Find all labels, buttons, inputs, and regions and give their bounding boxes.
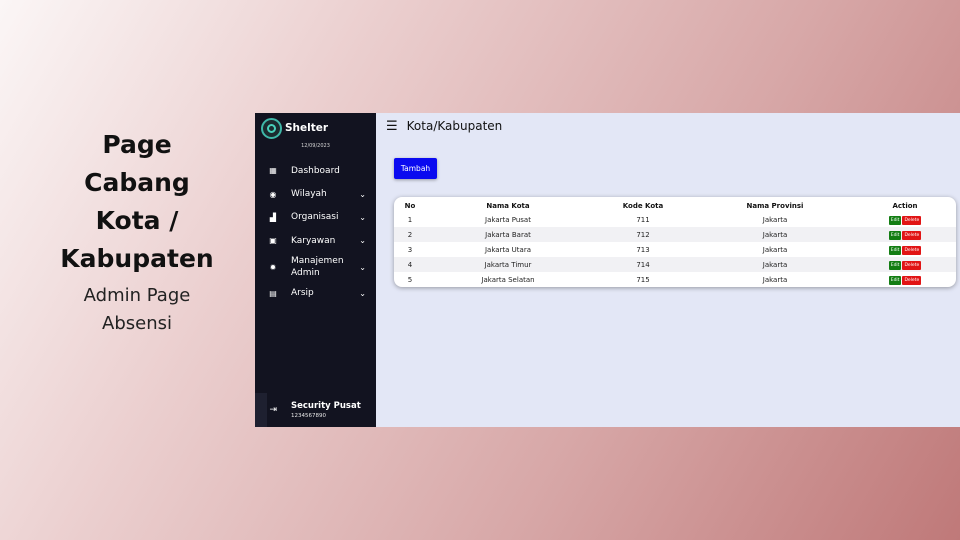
grid-icon: ▦	[269, 166, 277, 176]
sidebar: Shelter 12/09/2023 ▦ Dashboard ◉ Wilayah ⌄ ▟ O…	[255, 113, 376, 427]
cell-kode-kota: 711	[636, 215, 650, 224]
cell-action: Edit Delete	[854, 212, 956, 227]
cell-kode-kota: 713	[636, 245, 650, 254]
brand-name: Shelter	[285, 122, 329, 134]
header-no: No	[404, 201, 416, 210]
sidebar-item-organisasi[interactable]: ▟ Organisasi ⌄	[255, 206, 376, 229]
delete-button[interactable]: Delete	[902, 230, 922, 240]
cell-nama-provinsi: Jakarta	[762, 230, 788, 239]
delete-button[interactable]: Delete	[902, 260, 922, 270]
cell-kode-kota: 715	[636, 275, 650, 284]
cell-action: Edit Delete	[854, 242, 956, 257]
cell-kode-kota: 712	[636, 230, 650, 239]
file-icon: ▤	[269, 288, 277, 298]
cell-action: Edit Delete	[854, 227, 956, 242]
tambah-button[interactable]: Tambah	[394, 158, 437, 179]
caption-subtitle-line-2: Absensi	[102, 313, 172, 334]
table-header-row: No Nama Kota Kode Kota Nama Provinsi Act…	[394, 199, 956, 212]
current-date: 12/09/2023	[301, 143, 330, 149]
table-row: 2 Jakarta Barat 712 Jakarta Edit Delete	[394, 227, 956, 242]
hamburger-menu-icon[interactable]: ☰	[386, 119, 398, 134]
edit-button[interactable]: Edit	[888, 230, 902, 240]
header-nama-provinsi: Nama Provinsi	[746, 201, 804, 210]
table-row: 3 Jakarta Utara 713 Jakarta Edit Delete	[394, 242, 956, 257]
table-row: 5 Jakarta Selatan 715 Jakarta Edit Delete	[394, 272, 956, 287]
globe-icon: ◉	[269, 189, 277, 199]
caption-title-line-2: Cabang	[84, 168, 190, 197]
sidebar-item-arsip[interactable]: ▤ Arsip ⌄	[255, 282, 376, 305]
cell-no: 3	[407, 245, 413, 254]
topbar: ☰ Kota/Kabupaten	[376, 113, 960, 139]
shelter-logo-icon	[261, 117, 282, 139]
header-action: Action	[892, 201, 918, 210]
cell-kode-kota: 714	[636, 260, 650, 269]
table-row: 4 Jakarta Timur 714 Jakarta Edit Delete	[394, 257, 956, 272]
sidebar-item-label: Organisasi	[291, 212, 339, 223]
header-kode-kota: Kode Kota	[622, 201, 664, 210]
city-table-card: No Nama Kota Kode Kota Nama Provinsi Act…	[394, 197, 956, 287]
sidebar-item-label: Wilayah	[291, 189, 327, 200]
sidebar-item-manajemen-admin[interactable]: ✹ Manajemen Admin ⌄	[255, 253, 376, 282]
sidebar-item-karyawan[interactable]: ▣ Karyawan ⌄	[255, 229, 376, 252]
cell-nama-kota: Jakarta Pusat	[485, 215, 531, 224]
brand[interactable]: Shelter	[255, 113, 376, 139]
cell-no: 4	[407, 260, 413, 269]
edit-button[interactable]: Edit	[888, 245, 902, 255]
table-row: 1 Jakarta Pusat 711 Jakarta Edit Delete	[394, 212, 956, 227]
caption-title-line-4: Kabupaten	[60, 244, 214, 273]
chevron-down-icon[interactable]: ⌄	[359, 213, 366, 222]
chevron-down-icon[interactable]: ⌄	[359, 236, 366, 245]
id-card-icon: ▣	[269, 236, 277, 246]
sidebar-item-label: Dashboard	[291, 165, 340, 176]
cell-no: 2	[407, 230, 413, 239]
sidebar-item-label: Karyawan	[291, 235, 336, 246]
cell-nama-provinsi: Jakarta	[762, 215, 788, 224]
delete-button[interactable]: Delete	[902, 215, 922, 225]
cell-nama-provinsi: Jakarta	[762, 260, 788, 269]
sidebar-nav: ▦ Dashboard ◉ Wilayah ⌄ ▟ Organisasi ⌄ ▣ Karyawan…	[255, 159, 376, 305]
page-title: Kota/Kabupaten	[406, 119, 503, 133]
cell-nama-provinsi: Jakarta	[762, 275, 788, 284]
slide-caption: Page Cabang Kota / Kabupaten Admin Page …	[52, 126, 222, 338]
cell-no: 1	[407, 215, 413, 224]
cell-action: Edit Delete	[854, 257, 956, 272]
sidebar-item-dashboard[interactable]: ▦ Dashboard	[255, 159, 376, 182]
sidebar-item-label: Arsip	[291, 288, 314, 299]
delete-button[interactable]: Delete	[902, 275, 922, 285]
main-content: ☰ Kota/Kabupaten Tambah No Nama Kota Kod…	[376, 113, 960, 427]
cell-nama-provinsi: Jakarta	[762, 245, 788, 254]
profile-section: ⇥ Security Pusat 1234567890	[255, 393, 376, 427]
caption-title-line-3: Kota /	[95, 206, 179, 235]
header-nama-kota: Nama Kota	[486, 201, 530, 210]
chevron-down-icon[interactable]: ⌄	[359, 190, 366, 199]
cell-no: 5	[407, 275, 413, 284]
sidebar-item-label: Manajemen Admin	[291, 256, 344, 279]
caption-title-line-1: Page	[102, 130, 172, 159]
cell-nama-kota: Jakarta Selatan	[481, 275, 535, 284]
building-icon: ▟	[269, 212, 277, 222]
logout-button[interactable]: ⇥	[255, 393, 277, 427]
profile-name: Security Pusat	[291, 401, 361, 411]
chevron-down-icon[interactable]: ⌄	[359, 263, 366, 272]
city-table: No Nama Kota Kode Kota Nama Provinsi Act…	[394, 199, 956, 287]
cell-nama-kota: Jakarta Utara	[484, 245, 532, 254]
edit-button[interactable]: Edit	[888, 260, 902, 270]
cell-nama-kota: Jakarta Timur	[484, 260, 532, 269]
edit-button[interactable]: Edit	[888, 275, 902, 285]
app-window: Shelter 12/09/2023 ▦ Dashboard ◉ Wilayah ⌄ ▟ O…	[255, 113, 960, 427]
profile-id: 1234567890	[291, 413, 326, 419]
gear-icon: ✹	[269, 262, 277, 272]
sidebar-item-wilayah[interactable]: ◉ Wilayah ⌄	[255, 182, 376, 205]
caption-subtitle-line-1: Admin Page	[83, 285, 191, 306]
logout-icon: ⇥	[269, 405, 277, 415]
cell-action: Edit Delete	[854, 272, 956, 287]
cell-nama-kota: Jakarta Barat	[485, 230, 531, 239]
chevron-down-icon[interactable]: ⌄	[359, 289, 366, 298]
delete-button[interactable]: Delete	[902, 245, 922, 255]
edit-button[interactable]: Edit	[888, 215, 902, 225]
